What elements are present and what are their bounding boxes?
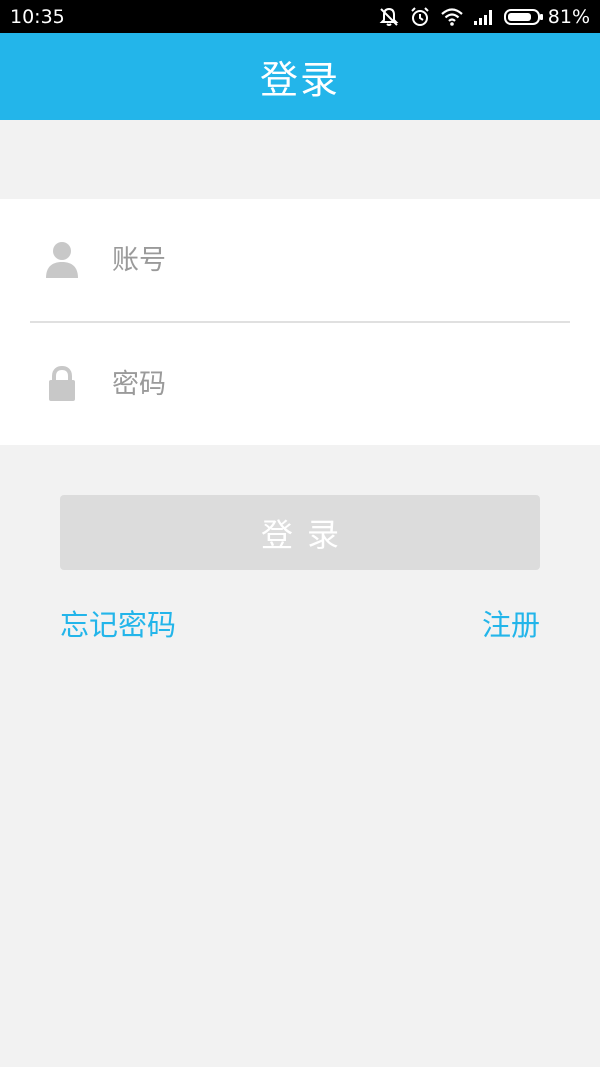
login-form (0, 199, 600, 445)
muted-bell-icon (378, 6, 400, 28)
account-input[interactable] (112, 235, 552, 285)
register-link[interactable]: 注册 (482, 602, 540, 644)
signal-icon (473, 8, 495, 26)
battery: 81% (503, 5, 590, 28)
login-button[interactable]: 登录 (60, 495, 540, 570)
alarm-icon (409, 6, 431, 28)
page-title: 登录 (259, 58, 340, 102)
status-icons: 81% (378, 6, 590, 28)
battery-icon (503, 8, 544, 26)
forgot-password-link[interactable]: 忘记密码 (60, 602, 176, 644)
battery-percent: 81% (547, 5, 590, 28)
wifi-icon (440, 7, 464, 27)
password-input[interactable] (112, 359, 552, 409)
account-row (0, 199, 600, 321)
status-bar: 10:35 81% (0, 0, 600, 33)
password-row (0, 323, 600, 445)
user-icon (44, 240, 80, 280)
lock-icon (44, 364, 80, 404)
app-bar: 登录 (0, 33, 600, 120)
status-time: 10:35 (10, 5, 65, 28)
